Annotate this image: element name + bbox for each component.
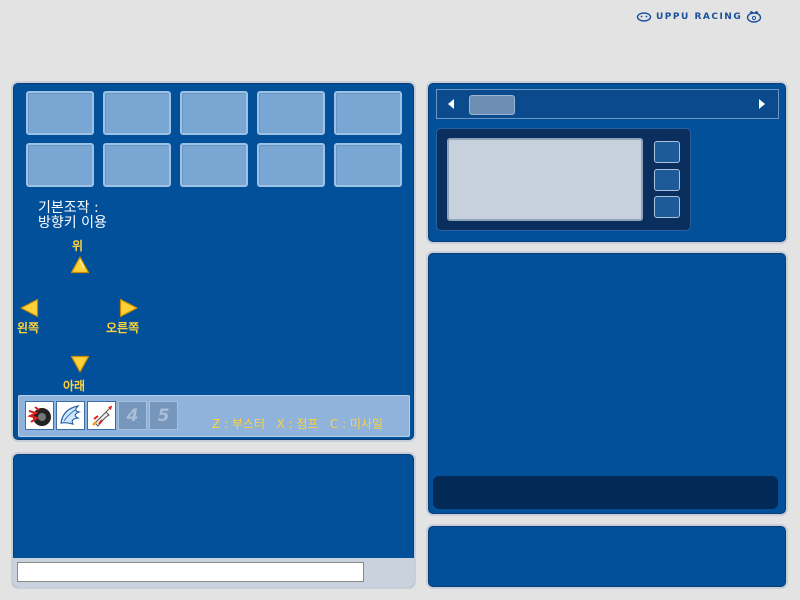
item-slot-jump[interactable]	[56, 401, 85, 430]
logo-text: UPPU RACING	[656, 12, 743, 22]
item-slot-5[interactable]: 5	[149, 401, 178, 430]
arrow-down-icon	[70, 355, 90, 373]
kart-slot[interactable]	[26, 143, 94, 187]
basic-controls-title: 기본조작 :	[38, 200, 99, 216]
uppu-racing-logo: UPPU RACING	[636, 10, 762, 24]
info-status-bar	[433, 476, 778, 509]
arrow-left-icon	[20, 298, 39, 318]
scroll-left-icon[interactable]	[447, 98, 455, 110]
character-preview	[447, 138, 643, 221]
kart-slot[interactable]	[26, 91, 94, 135]
kart-slot[interactable]	[180, 143, 248, 187]
arrow-right-icon	[119, 298, 138, 318]
preview-option-button[interactable]	[654, 196, 680, 218]
scroll-right-icon[interactable]	[758, 98, 766, 110]
kart-slot[interactable]	[334, 143, 402, 187]
right-label: 오른쪽	[106, 321, 140, 335]
pig-icon	[747, 11, 762, 23]
down-label: 아래	[63, 379, 86, 393]
kart-slot[interactable]	[103, 143, 171, 187]
bottom-panel	[426, 524, 788, 589]
missile-icon	[91, 405, 112, 427]
kart-slot[interactable]	[257, 143, 325, 187]
preview-option-button[interactable]	[654, 141, 680, 163]
item-slot-booster[interactable]	[25, 401, 54, 430]
item-key-guide: Z : 부스터 X : 점프 C : 미사일	[212, 417, 384, 431]
arrow-up-icon	[70, 256, 90, 274]
chat-input[interactable]	[17, 562, 364, 582]
kart-slot[interactable]	[103, 91, 171, 135]
booster-tire-icon	[26, 405, 51, 426]
preview-option-button[interactable]	[654, 169, 680, 191]
selector-scrollbar[interactable]	[436, 89, 779, 119]
kart-slot[interactable]	[257, 91, 325, 135]
item-slot-4[interactable]: 4	[118, 401, 147, 430]
scrollbar-thumb[interactable]	[469, 95, 515, 115]
up-label: 위	[72, 239, 84, 253]
wing-icon	[59, 404, 81, 425]
item-bar: 4 5 Z : 부스터 X : 점프 C : 미사일	[18, 395, 410, 437]
basic-controls-desc: 방향키 이용	[38, 215, 107, 231]
pig-icon	[636, 12, 652, 22]
kart-slot[interactable]	[334, 91, 402, 135]
item-slot-missile[interactable]	[87, 401, 116, 430]
kart-slot[interactable]	[180, 91, 248, 135]
left-label: 왼쪽	[17, 321, 40, 335]
